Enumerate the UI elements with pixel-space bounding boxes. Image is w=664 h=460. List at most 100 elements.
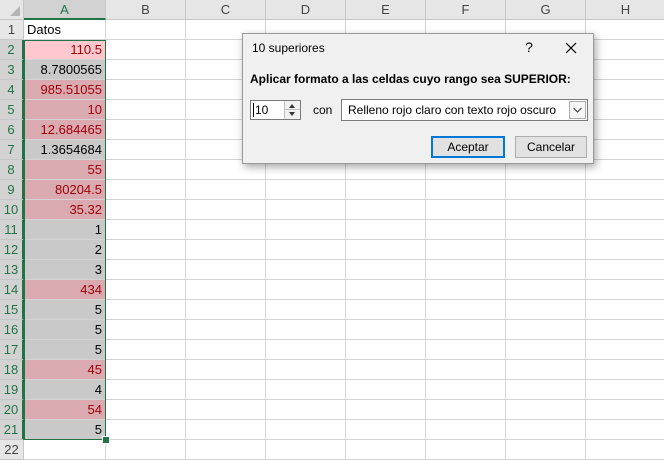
data-cell[interactable]: 110.5 — [24, 40, 106, 60]
row-header[interactable]: 15 — [0, 300, 24, 320]
empty-cell[interactable] — [506, 380, 586, 400]
empty-cell[interactable] — [186, 380, 266, 400]
empty-cell[interactable] — [266, 320, 346, 340]
data-cell[interactable]: 8.7800565 — [24, 60, 106, 80]
column-header-c[interactable]: C — [186, 0, 266, 20]
empty-cell[interactable] — [426, 360, 506, 380]
empty-cell[interactable] — [266, 360, 346, 380]
data-cell[interactable]: 35.32 — [24, 200, 106, 220]
empty-cell[interactable] — [186, 240, 266, 260]
empty-cell[interactable] — [106, 140, 186, 160]
empty-cell[interactable] — [186, 180, 266, 200]
select-all-corner[interactable] — [0, 0, 24, 20]
empty-cell[interactable] — [586, 60, 664, 80]
data-cell[interactable]: 45 — [24, 360, 106, 380]
column-header-h[interactable]: H — [586, 0, 664, 20]
row-header[interactable]: 3 — [0, 60, 24, 80]
empty-cell[interactable] — [266, 180, 346, 200]
empty-cell[interactable] — [346, 320, 426, 340]
empty-cell[interactable] — [506, 340, 586, 360]
empty-cell[interactable] — [186, 280, 266, 300]
empty-cell[interactable] — [586, 140, 664, 160]
empty-cell[interactable] — [106, 20, 186, 40]
empty-cell[interactable] — [586, 120, 664, 140]
empty-cell[interactable] — [506, 220, 586, 240]
empty-cell[interactable] — [106, 280, 186, 300]
close-icon[interactable] — [561, 38, 581, 58]
empty-cell[interactable] — [106, 60, 186, 80]
empty-cell[interactable] — [106, 100, 186, 120]
empty-cell[interactable] — [346, 260, 426, 280]
empty-cell[interactable] — [586, 220, 664, 240]
dropdown-button[interactable] — [569, 101, 586, 119]
row-header[interactable]: 19 — [0, 380, 24, 400]
empty-cell[interactable] — [186, 260, 266, 280]
data-cell[interactable]: 12.684465 — [24, 120, 106, 140]
empty-cell[interactable] — [426, 240, 506, 260]
header-cell-datos[interactable]: Datos — [24, 20, 106, 40]
empty-cell[interactable] — [506, 440, 586, 460]
empty-cell[interactable] — [586, 20, 664, 40]
column-header-f[interactable]: F — [426, 0, 506, 20]
empty-cell[interactable] — [506, 240, 586, 260]
empty-cell[interactable] — [106, 400, 186, 420]
empty-cell[interactable] — [186, 320, 266, 340]
empty-cell[interactable] — [586, 100, 664, 120]
data-cell[interactable] — [24, 440, 106, 460]
help-button[interactable]: ? — [522, 39, 536, 55]
empty-cell[interactable] — [586, 400, 664, 420]
empty-cell[interactable] — [506, 300, 586, 320]
empty-cell[interactable] — [346, 380, 426, 400]
empty-cell[interactable] — [506, 260, 586, 280]
fill-handle[interactable] — [102, 436, 110, 444]
empty-cell[interactable] — [426, 380, 506, 400]
row-header[interactable]: 17 — [0, 340, 24, 360]
row-header[interactable]: 18 — [0, 360, 24, 380]
empty-cell[interactable] — [186, 200, 266, 220]
row-header[interactable]: 4 — [0, 80, 24, 100]
empty-cell[interactable] — [346, 220, 426, 240]
stepper-down-button[interactable] — [285, 110, 300, 119]
empty-cell[interactable] — [266, 200, 346, 220]
empty-cell[interactable] — [106, 40, 186, 60]
data-cell[interactable]: 2 — [24, 240, 106, 260]
data-cell[interactable]: 1.3654684 — [24, 140, 106, 160]
empty-cell[interactable] — [106, 320, 186, 340]
empty-cell[interactable] — [586, 200, 664, 220]
empty-cell[interactable] — [186, 400, 266, 420]
ok-button[interactable]: Aceptar — [431, 136, 505, 158]
column-header-a[interactable]: A — [24, 0, 106, 20]
empty-cell[interactable] — [266, 380, 346, 400]
empty-cell[interactable] — [346, 240, 426, 260]
empty-cell[interactable] — [266, 240, 346, 260]
empty-cell[interactable] — [426, 200, 506, 220]
row-header[interactable]: 16 — [0, 320, 24, 340]
empty-cell[interactable] — [586, 420, 664, 440]
empty-cell[interactable] — [586, 340, 664, 360]
row-header[interactable]: 5 — [0, 100, 24, 120]
empty-cell[interactable] — [106, 260, 186, 280]
empty-cell[interactable] — [186, 420, 266, 440]
empty-cell[interactable] — [346, 300, 426, 320]
empty-cell[interactable] — [586, 180, 664, 200]
empty-cell[interactable] — [186, 300, 266, 320]
row-header[interactable]: 2 — [0, 40, 24, 60]
empty-cell[interactable] — [346, 340, 426, 360]
row-header[interactable]: 10 — [0, 200, 24, 220]
empty-cell[interactable] — [266, 220, 346, 240]
empty-cell[interactable] — [426, 180, 506, 200]
row-header[interactable]: 22 — [0, 440, 24, 460]
data-cell[interactable]: 3 — [24, 260, 106, 280]
empty-cell[interactable] — [266, 300, 346, 320]
count-input[interactable]: 10 — [252, 103, 268, 117]
data-cell[interactable]: 5 — [24, 320, 106, 340]
empty-cell[interactable] — [506, 320, 586, 340]
empty-cell[interactable] — [346, 420, 426, 440]
empty-cell[interactable] — [586, 300, 664, 320]
empty-cell[interactable] — [106, 160, 186, 180]
empty-cell[interactable] — [266, 420, 346, 440]
empty-cell[interactable] — [506, 420, 586, 440]
empty-cell[interactable] — [346, 280, 426, 300]
empty-cell[interactable] — [346, 360, 426, 380]
empty-cell[interactable] — [346, 180, 426, 200]
